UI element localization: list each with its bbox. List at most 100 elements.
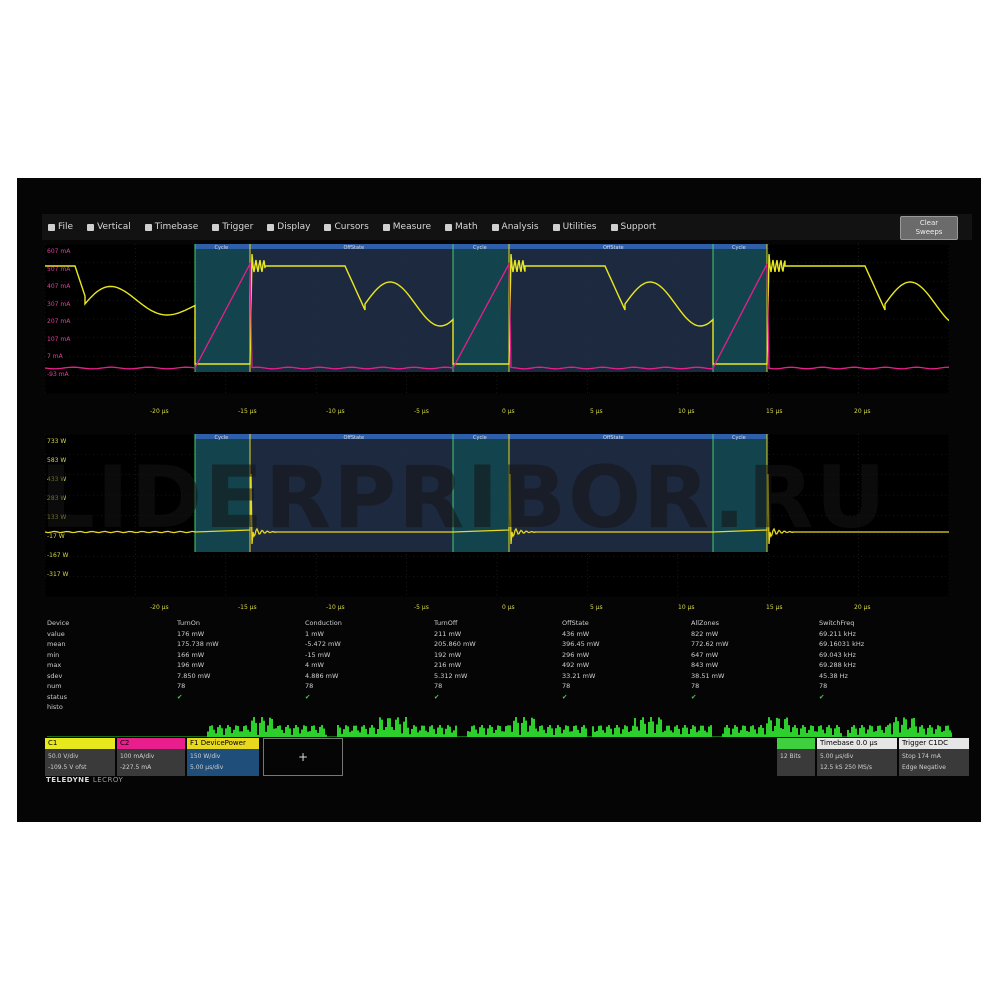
- histogram-bar: [277, 725, 279, 737]
- top-x-tick-label: 15 µs: [766, 408, 783, 415]
- histogram-bar: [391, 726, 393, 737]
- menu-item-vertical[interactable]: Vertical: [87, 222, 131, 232]
- vertical-icon: [87, 223, 95, 231]
- histogram-bar: [700, 725, 702, 737]
- histogram-bar: [351, 730, 353, 737]
- histogram-bar: [423, 725, 425, 737]
- measurement-column-offstate[interactable]: OffState 436 mW 396.45 mW 296 mW 492 mW …: [562, 618, 600, 702]
- menu-item-math[interactable]: Math: [445, 222, 478, 232]
- column-title: OffState: [562, 619, 589, 627]
- row-label-mean: mean: [47, 640, 66, 648]
- histogram-bar: [855, 728, 857, 737]
- measurement-column-switchfreq[interactable]: SwitchFreq 69.211 kHz 69.16031 kHz 69.04…: [819, 618, 864, 702]
- menu-item-file[interactable]: File: [48, 222, 73, 232]
- measure-icon: [382, 223, 390, 231]
- histogram-bar: [640, 719, 642, 737]
- menu-item-timebase[interactable]: Timebase: [144, 222, 198, 232]
- top-x-tick-label: 0 µs: [502, 408, 515, 415]
- histogram-bar: [413, 725, 415, 737]
- histogram-bar: [425, 730, 427, 737]
- histogram-bar: [575, 725, 577, 737]
- histogram-bar: [397, 717, 399, 737]
- bottom-x-tick-label: -20 µs: [150, 604, 169, 611]
- menu-item-measure[interactable]: Measure: [382, 222, 431, 232]
- histogram-bar: [656, 724, 658, 737]
- cell-value: 1 mW: [305, 629, 324, 638]
- histogram-bar: [600, 725, 602, 737]
- bottom-x-tick-label: -15 µs: [238, 604, 257, 611]
- histogram-bar: [602, 730, 604, 737]
- function-f1-descriptor[interactable]: F1 DevicePower 150 W/div 5.00 µs/div: [187, 738, 259, 776]
- histogram-bar: [869, 725, 871, 737]
- channel-c1-settings: 50.0 V/div -109.5 V ofst: [45, 749, 115, 776]
- zone-label: OffState: [344, 245, 365, 251]
- menu-item-support[interactable]: Support: [610, 222, 656, 232]
- column-title: TurnOff: [434, 619, 458, 627]
- measurement-column-allzones[interactable]: AllZones 822 mW 772.62 mW 647 mW 843 mW …: [691, 618, 729, 702]
- timebase-descriptor[interactable]: Timebase 0.0 µs 5.00 µs/div 12.5 kS 250 …: [817, 738, 897, 776]
- histogram-bar: [527, 731, 529, 737]
- row-label-device: Device: [47, 619, 70, 627]
- bottom-y-tick-label: -317 W: [47, 571, 69, 578]
- histogram-bar: [818, 726, 820, 737]
- analysis-icon: [491, 223, 499, 231]
- measurement-column-turnoff[interactable]: TurnOff 211 mW 205.860 mW 192 mW 216 mW …: [434, 618, 476, 702]
- histogram-bar: [487, 728, 489, 737]
- histogram-bar: [808, 729, 810, 737]
- menu-item-analysis[interactable]: Analysis: [491, 222, 539, 232]
- menu-bar: File Vertical Timebase Trigger Display C…: [42, 214, 972, 240]
- trigger-descriptor[interactable]: Trigger C1DC Stop 174 mA Edge Negative: [899, 738, 969, 776]
- cell-max: 196 mW: [177, 661, 205, 669]
- timebase-settings: 5.00 µs/div 12.5 kS 250 MS/s: [817, 749, 897, 776]
- histogram-bar: [650, 717, 652, 737]
- histogram-svg: [47, 717, 952, 737]
- bottom-x-tick-label: 10 µs: [678, 604, 695, 611]
- histogram-bar: [634, 718, 636, 737]
- histogram-bar: [399, 724, 401, 737]
- function-f1-scale: 150 W/div: [190, 753, 221, 760]
- histogram-bar: [838, 726, 840, 737]
- menu-item-display[interactable]: Display: [267, 222, 310, 232]
- histogram-bar: [919, 726, 921, 737]
- menu-item-utilities[interactable]: Utilities: [552, 222, 597, 232]
- histogram-bar: [377, 729, 379, 737]
- histogram-bar: [867, 729, 869, 737]
- histogram-bar: [760, 725, 762, 737]
- histogram-bar: [893, 722, 895, 737]
- status-check-icon: ✔: [305, 692, 311, 701]
- histogram-bar: [776, 717, 778, 737]
- histogram-bar: [877, 725, 879, 737]
- top-waveform-grid[interactable]: Cycle OffState Cycle OffState Cycle: [45, 244, 949, 394]
- histogram-bar: [339, 727, 341, 737]
- measurement-column-conduction[interactable]: Conduction 1 mW -5.472 mW -15 mW 4 mW 4.…: [305, 618, 342, 702]
- zone-label: Cycle: [732, 435, 746, 441]
- channel-c1-descriptor[interactable]: C1 50.0 V/div -109.5 V ofst: [45, 738, 115, 776]
- histogram-bar: [810, 725, 812, 737]
- status-check-icon: ✔: [434, 692, 440, 701]
- histogram-bar: [467, 731, 469, 737]
- histogram-bar: [569, 731, 571, 737]
- home-icon: [48, 223, 55, 231]
- timebase-delay: 0.0 µs: [856, 739, 878, 747]
- histogram-bar: [469, 731, 471, 737]
- histogram-bar: [754, 729, 756, 737]
- menu-item-cursors[interactable]: Cursors: [324, 222, 369, 232]
- histogram-bar: [585, 728, 587, 737]
- math-icon: [445, 223, 453, 231]
- histogram-bar: [517, 722, 519, 737]
- add-channel-button[interactable]: +: [263, 738, 343, 776]
- histogram-bar: [429, 726, 431, 737]
- measurement-column-turnon[interactable]: TurnOn 176 mW 175.738 mW 166 mW 196 mW 7…: [177, 618, 219, 702]
- histogram-bar: [357, 730, 359, 737]
- bits-descriptor[interactable]: 12 Bits: [777, 738, 815, 776]
- histogram-bar: [455, 725, 457, 737]
- trigger-type: Edge Negative: [902, 764, 946, 771]
- histogram-bar: [927, 727, 929, 737]
- menu-item-trigger[interactable]: Trigger: [212, 222, 253, 232]
- histogram-bar: [567, 726, 569, 737]
- clear-sweeps-button[interactable]: Clear Sweeps: [900, 216, 958, 240]
- channel-c2-descriptor[interactable]: C2 100 mA/div -227.5 mA: [117, 738, 185, 776]
- histogram-bar: [419, 730, 421, 737]
- cell-sdev: 4.886 mW: [305, 671, 339, 680]
- function-f1-title: DevicePower: [200, 739, 246, 747]
